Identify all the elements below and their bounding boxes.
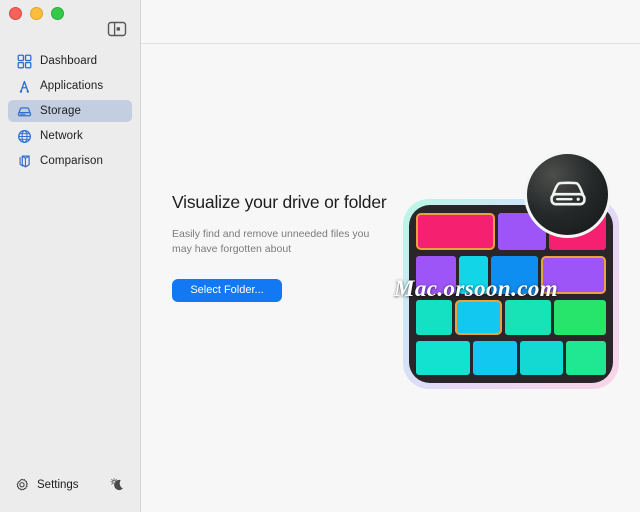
close-window-button[interactable] [9, 7, 22, 20]
sidebar: Dashboard Applications Storage Network C… [0, 0, 141, 512]
treemap-row [416, 300, 606, 336]
treemap-cell [553, 300, 606, 336]
grid-icon [16, 53, 32, 69]
treemap-cell [458, 255, 488, 295]
treemap-cell [490, 255, 538, 295]
maximize-window-button[interactable] [51, 7, 64, 20]
treemap-cell [540, 255, 606, 295]
sidebar-item-label: Dashboard [40, 55, 98, 67]
treemap-cell [519, 341, 564, 375]
main-content: Visualize your drive or folder Easily fi… [141, 0, 640, 512]
sidebar-item-label: Network [40, 130, 83, 142]
page-title: Visualize your drive or folder [172, 192, 387, 212]
drive-icon [16, 103, 32, 119]
treemap-cell [416, 300, 453, 336]
toolbar [141, 0, 640, 44]
select-folder-button[interactable]: Select Folder... [172, 279, 282, 303]
sidebar-nav: Dashboard Applications Storage Network C… [0, 50, 140, 172]
treemap-cell [416, 341, 471, 375]
sidebar-item-comparison[interactable]: Comparison [8, 150, 132, 172]
treemap-cell [416, 213, 496, 250]
app-window: Dashboard Applications Storage Network C… [0, 0, 640, 512]
sidebar-item-applications[interactable]: Applications [8, 75, 132, 97]
cube-icon [16, 153, 32, 169]
minimize-window-button[interactable] [30, 7, 43, 20]
storage-illustration: Mac.orsoon.com [394, 44, 640, 512]
settings-label: Settings [37, 479, 79, 491]
window-controls [9, 7, 64, 20]
hero-text-block: Visualize your drive or folder Easily fi… [172, 192, 402, 303]
content-area: Visualize your drive or folder Easily fi… [141, 44, 640, 512]
treemap-cell [455, 300, 503, 336]
applications-icon [16, 78, 32, 94]
sidebar-item-storage[interactable]: Storage [8, 100, 132, 122]
treemap-cell [416, 255, 456, 295]
sidebar-item-dashboard[interactable]: Dashboard [8, 50, 132, 72]
treemap-cell [505, 300, 551, 336]
treemap-cell [473, 341, 517, 375]
gear-icon [14, 477, 30, 493]
treemap-cell [566, 341, 606, 375]
globe-icon [16, 128, 32, 144]
sidebar-item-network[interactable]: Network [8, 125, 132, 147]
external-drive-icon [524, 151, 611, 238]
sidebar-item-label: Applications [40, 80, 104, 92]
sidebar-footer: Settings [0, 458, 140, 512]
sidebar-item-label: Comparison [40, 155, 103, 167]
sun-moon-icon[interactable] [108, 476, 126, 494]
sidebar-item-label: Storage [40, 105, 81, 117]
sidebar-toggle-icon[interactable] [107, 21, 127, 37]
treemap-row [416, 341, 606, 375]
treemap-row [416, 255, 606, 295]
page-subtitle: Easily find and remove unneeded files yo… [172, 228, 370, 256]
settings-button[interactable]: Settings [14, 477, 79, 493]
